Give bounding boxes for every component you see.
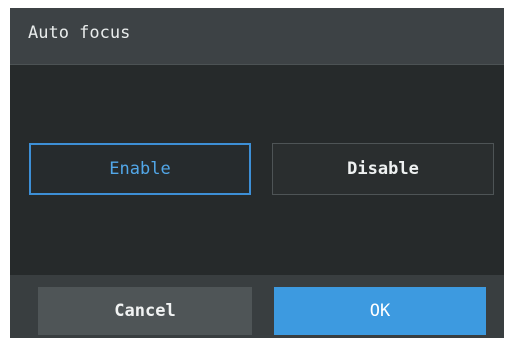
dialog-title-bar: Auto focus bbox=[10, 8, 504, 65]
cancel-button[interactable]: Cancel bbox=[38, 287, 252, 335]
ok-button[interactable]: OK bbox=[274, 287, 486, 335]
dialog-footer: Cancel OK bbox=[10, 275, 504, 338]
disable-option-button[interactable]: Disable bbox=[272, 143, 494, 195]
auto-focus-dialog: Auto focus Enable Disable Cancel OK bbox=[10, 8, 504, 338]
enable-option-button[interactable]: Enable bbox=[29, 143, 251, 195]
dialog-title: Auto focus bbox=[28, 23, 131, 43]
